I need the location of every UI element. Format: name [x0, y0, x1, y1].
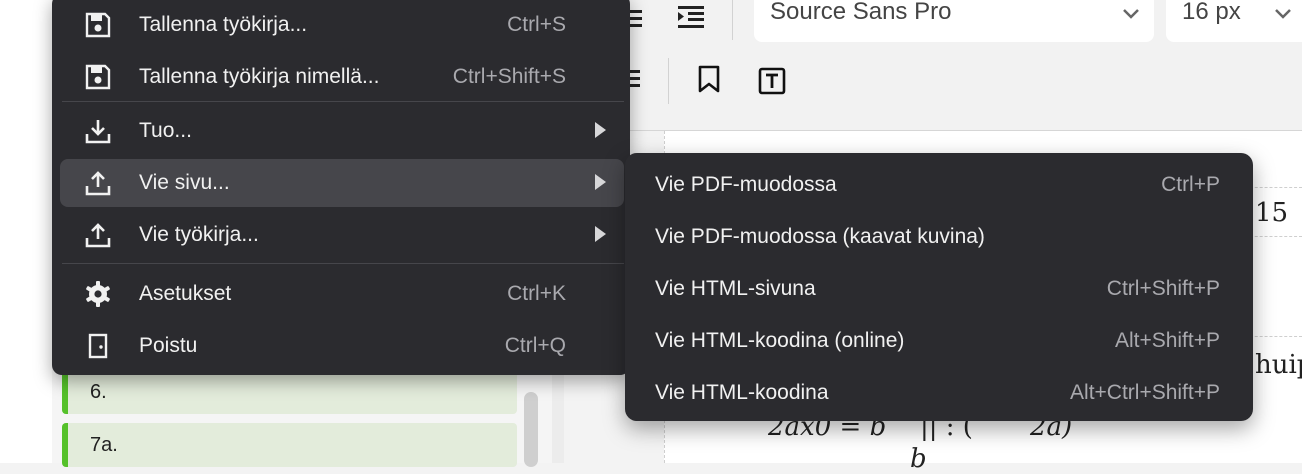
list-item-label: 6.	[90, 380, 107, 403]
font-size-select[interactable]: 16 px	[1166, 0, 1302, 42]
menu-separator	[62, 263, 624, 264]
menu-item-save-as[interactable]: Tallenna työkirja nimellä... Ctrl+Shift+…	[60, 53, 624, 101]
menu-item-label: Tuo...	[139, 119, 192, 142]
submenu-item-label: Vie PDF-muodossa	[655, 173, 837, 196]
menu-item-label: Vie työkirja...	[139, 223, 259, 246]
menu-item-label: Tallenna työkirja...	[139, 13, 308, 36]
shortcut-label: Ctrl+S	[507, 13, 566, 36]
menu-item-label: Poistu	[139, 334, 198, 357]
menu-item-label: Vie sivu...	[139, 171, 230, 194]
font-family-value: Source Sans Pro	[770, 0, 952, 25]
left-app-strip	[0, 0, 53, 463]
submenu-item-label: Vie HTML-koodina	[655, 381, 829, 404]
menu-separator	[62, 101, 624, 102]
submenu-item-export-html-code[interactable]: Vie HTML-koodina Alt+Ctrl+Shift+P	[625, 361, 1253, 413]
shortcut-label: Ctrl+Q	[504, 334, 566, 357]
export-icon	[85, 171, 111, 196]
menu-item-label: Asetukset	[139, 282, 232, 305]
menu-item-settings[interactable]: Asetukset Ctrl+K	[60, 270, 624, 318]
menu-item-export-page[interactable]: Vie sivu...	[60, 159, 624, 207]
shortcut-label: Alt+Shift+P	[1114, 329, 1220, 352]
gear-icon	[86, 281, 110, 307]
import-icon	[85, 120, 111, 144]
toolbar-divider	[732, 0, 733, 40]
chevron-down-icon	[1275, 9, 1291, 19]
menu-item-import[interactable]: Tuo...	[60, 107, 624, 155]
bookmark-icon[interactable]	[694, 64, 724, 94]
export-icon	[85, 223, 111, 248]
math-fragment: 15	[1255, 198, 1289, 228]
toolbar-divider	[668, 58, 669, 104]
file-menu: Tallenna työkirja... Ctrl+S Tallenna työ…	[52, 0, 630, 375]
menu-item-export-workbook[interactable]: Vie työkirja...	[60, 211, 624, 259]
indent-icon[interactable]	[676, 2, 706, 32]
menu-item-label: Tallenna työkirja nimellä...	[139, 65, 380, 88]
submenu-item-export-pdf[interactable]: Vie PDF-muodossa Ctrl+P	[625, 153, 1253, 205]
submenu-item-label: Vie HTML-koodina (online)	[655, 329, 905, 352]
export-page-submenu: Vie PDF-muodossa Ctrl+P Vie PDF-muodossa…	[625, 153, 1253, 421]
shortcut-label: Ctrl+Shift+S	[452, 65, 566, 88]
submenu-arrow-icon	[595, 174, 606, 190]
submenu-item-export-pdf-formula-images[interactable]: Vie PDF-muodossa (kaavat kuvina)	[625, 205, 1253, 257]
menu-item-exit[interactable]: Poistu Ctrl+Q	[60, 322, 624, 370]
sidebar-scrollbar-thumb[interactable]	[524, 392, 538, 467]
font-family-select[interactable]: Source Sans Pro	[754, 0, 1154, 42]
list-item[interactable]: 6.	[62, 370, 517, 414]
shortcut-label: Ctrl+K	[507, 282, 566, 305]
shortcut-label: Ctrl+P	[1161, 173, 1220, 196]
save-as-icon	[85, 64, 111, 90]
submenu-arrow-icon	[595, 226, 606, 242]
shortcut-label: Alt+Ctrl+Shift+P	[1070, 381, 1220, 404]
submenu-item-export-html-code-online[interactable]: Vie HTML-koodina (online) Alt+Shift+P	[625, 309, 1253, 361]
font-size-value: 16 px	[1182, 0, 1241, 25]
save-icon	[85, 12, 111, 38]
exit-door-icon	[88, 333, 108, 359]
submenu-item-label: Vie HTML-sivuna	[655, 277, 816, 300]
text-box-icon[interactable]	[757, 66, 787, 96]
submenu-item-label: Vie PDF-muodossa (kaavat kuvina)	[655, 225, 985, 248]
chevron-down-icon	[1123, 9, 1139, 19]
text-fragment: huip	[1255, 350, 1302, 380]
menu-item-save[interactable]: Tallenna työkirja... Ctrl+S	[60, 1, 624, 49]
shortcut-label: Ctrl+Shift+P	[1106, 277, 1220, 300]
submenu-arrow-icon	[595, 122, 606, 138]
math-fragment: b	[910, 444, 927, 474]
submenu-item-export-html-page[interactable]: Vie HTML-sivuna Ctrl+Shift+P	[625, 257, 1253, 309]
list-item-label: 7a.	[90, 433, 118, 456]
list-item[interactable]: 7a.	[62, 423, 517, 467]
